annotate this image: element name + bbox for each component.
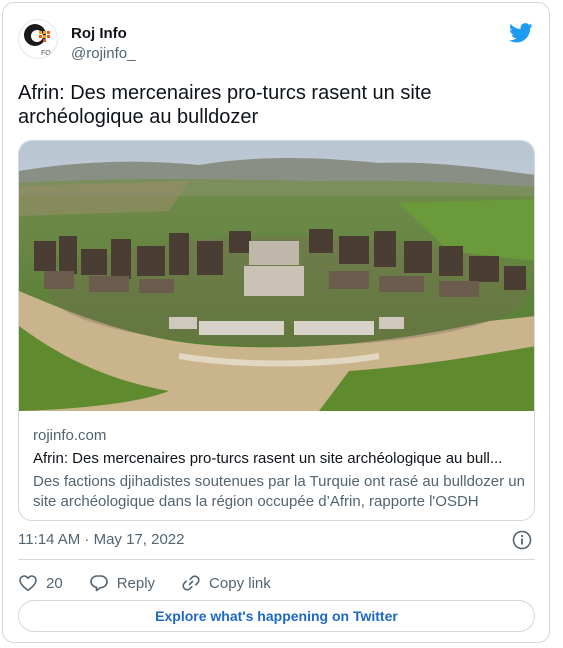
heart-icon	[19, 575, 37, 591]
link-description: Des factions djihadistes soutenues par l…	[33, 473, 525, 510]
twitter-bird-icon[interactable]	[509, 23, 533, 43]
svg-text:FO: FO	[41, 50, 51, 57]
tweet-text: Afrin: Des mercenaires pro-turcs rasent …	[18, 82, 432, 128]
reply-label: Reply	[116, 574, 156, 592]
copy-link-button[interactable]: Copy link	[181, 573, 271, 593]
divider	[18, 559, 535, 560]
rojinfo-logo-icon: FO	[24, 24, 51, 57]
link-chain-icon	[182, 575, 200, 591]
like-button[interactable]: 20	[18, 573, 63, 593]
author-handle[interactable]: @rojinfo_	[71, 45, 135, 62]
reply-button[interactable]: Reply	[89, 573, 155, 593]
link-preview-card[interactable]: rojinfo.com Afrin: Des mercenaires pro-t…	[18, 140, 535, 521]
author-avatar[interactable]: FO	[18, 19, 58, 59]
reply-bubble-icon	[89, 575, 108, 592]
info-icon[interactable]	[512, 530, 532, 550]
tweet-actions: 20 Reply Copy link	[18, 571, 297, 595]
embedded-tweet-card: FO Roj Info @rojinfo_ Afrin: Des mercena…	[2, 2, 550, 643]
explore-twitter-button[interactable]: Explore what's happening on Twitter	[18, 600, 535, 632]
archaeological-site-photo	[19, 141, 534, 411]
like-count: 20	[46, 574, 63, 592]
tweet-timestamp[interactable]: 11:14 AM · May 17, 2022	[18, 531, 185, 548]
author-name[interactable]: Roj Info	[71, 25, 127, 42]
link-meta: rojinfo.com Afrin: Des mercenaires pro-t…	[33, 426, 528, 512]
link-domain: rojinfo.com	[33, 427, 107, 444]
copy-link-label: Copy link	[209, 574, 271, 592]
link-title: Afrin: Des mercenaires pro-turcs rasent …	[33, 450, 503, 467]
